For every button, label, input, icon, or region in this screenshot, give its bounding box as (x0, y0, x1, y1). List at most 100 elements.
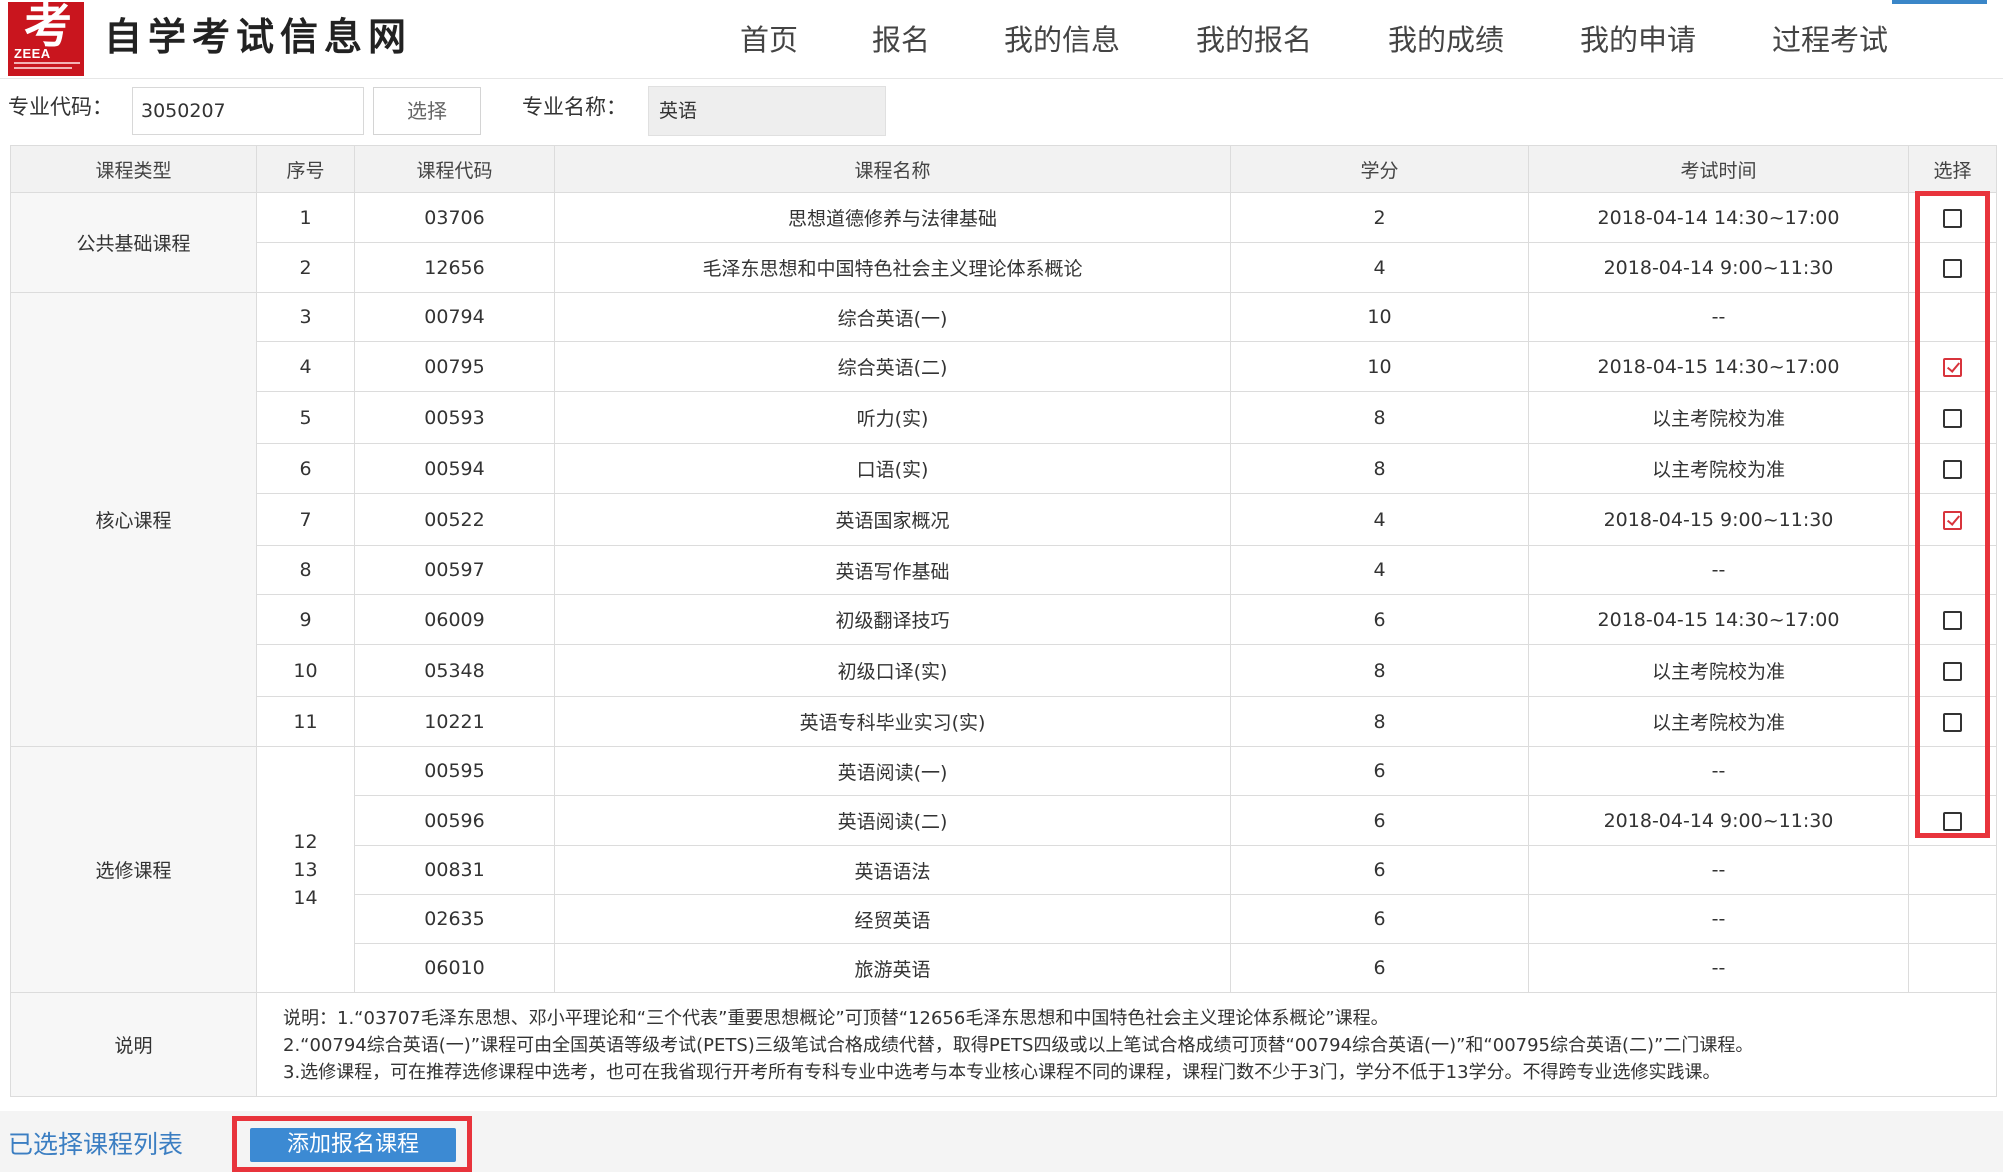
nav-my-scores[interactable]: 我的成绩 (1388, 18, 1504, 62)
course-code-cell: 03706 (354, 192, 555, 243)
seq-cell: 9 (256, 594, 355, 645)
select-cell (1908, 746, 1997, 796)
checkbox-checked[interactable] (1943, 357, 1962, 377)
course-code-cell: 00594 (354, 443, 555, 494)
exam-time-cell: 以主考院校为准 (1528, 644, 1909, 697)
course-table: 课程类型 序号 课程代码 课程名称 学分 考试时间 选择 公共基础课程 1 0370… (10, 145, 1997, 1097)
nav-my-registration[interactable]: 我的报名 (1196, 18, 1312, 62)
credit-cell: 10 (1230, 292, 1529, 342)
exam-time-cell: -- (1528, 943, 1909, 993)
checkbox[interactable] (1943, 712, 1962, 732)
logo-subtext-line (14, 67, 72, 69)
select-cell (1908, 242, 1997, 293)
table-row: 核心课程 3 00794 综合英语(一) 10 -- (10, 292, 1997, 747)
col-header-seq: 序号 (256, 145, 355, 193)
notes-row: 说明 说明：1.“03707毛泽东思想、邓小平理论和“三个代表”重要思想概论”可顶… (10, 992, 1997, 1097)
notes-cell: 说明：1.“03707毛泽东思想、邓小平理论和“三个代表”重要思想概论”可顶替“… (256, 992, 1997, 1097)
nav-process-exam[interactable]: 过程考试 (1772, 18, 1888, 62)
course-type-cell: 公共基础课程 (10, 192, 257, 293)
checkbox[interactable] (1943, 258, 1962, 278)
select-cell (1908, 192, 1997, 243)
exam-time-cell: 以主考院校为准 (1528, 443, 1909, 494)
course-code-cell: 06010 (354, 943, 555, 993)
exam-time-cell: -- (1528, 545, 1909, 595)
select-cell (1908, 795, 1997, 846)
select-cell (1908, 493, 1997, 546)
seq-cell: 3 (256, 292, 355, 342)
course-code-cell: 00597 (354, 545, 555, 595)
note-line: 3.选修课程，可在推荐选修课程中选考，也可在我省现行开考所有专科专业中选考与本专… (283, 1062, 1721, 1083)
checkbox[interactable] (1943, 459, 1962, 479)
checkbox[interactable] (1943, 811, 1962, 831)
table-row: 4 00795 综合英语(二) 10 2018-04-15 14:30~17:00 (11, 341, 1997, 392)
seq-number: 13 (293, 858, 318, 881)
checkbox[interactable] (1943, 208, 1962, 228)
course-name-cell: 思想道德修养与法律基础 (554, 192, 1231, 243)
nav-home[interactable]: 首页 (740, 18, 798, 62)
course-name-cell: 综合英语(二) (554, 341, 1231, 392)
select-cell (1908, 391, 1997, 444)
table-row: 选修课程 12 13 14 00595 英语阅读(一) 6 -- (10, 746, 1997, 993)
course-code-cell: 00522 (354, 493, 555, 546)
credit-cell: 8 (1230, 644, 1529, 697)
course-name-cell: 英语语法 (554, 845, 1231, 895)
credit-cell: 8 (1230, 443, 1529, 494)
top-accent-bar (1892, 0, 1987, 4)
course-name-cell: 经贸英语 (554, 894, 1231, 944)
course-name-cell: 综合英语(一) (554, 292, 1231, 342)
course-name-cell: 旅游英语 (554, 943, 1231, 993)
course-code-cell: 10221 (354, 696, 555, 747)
table-row: 5 00593 听力(实) 8 以主考院校为准 (11, 391, 1997, 444)
nav-register[interactable]: 报名 (872, 18, 930, 62)
exam-time-cell: -- (1528, 894, 1909, 944)
seq-number: 12 (293, 830, 318, 853)
major-name-label: 专业名称： (522, 95, 627, 119)
col-header-select: 选择 (1908, 145, 1997, 193)
course-name-cell: 英语阅读(二) (554, 795, 1231, 846)
seq-cell: 4 (256, 341, 355, 392)
checkbox-checked[interactable] (1943, 510, 1962, 530)
course-code-cell: 00595 (354, 746, 555, 796)
nav-my-applications[interactable]: 我的申请 (1580, 18, 1696, 62)
nav-my-info[interactable]: 我的信息 (1004, 18, 1120, 62)
note-line: 2.“00794综合英语(一)”课程可由全国英语等级考试(PETS)三级笔试合格… (283, 1035, 1754, 1056)
selected-courses-link[interactable]: 已选择课程列表 (8, 1128, 183, 1162)
select-cell (1908, 594, 1997, 645)
exam-time-cell: 以主考院校为准 (1528, 696, 1909, 747)
add-course-button[interactable]: 添加报名课程 (250, 1128, 456, 1162)
checkbox[interactable] (1943, 661, 1962, 681)
exam-time-cell: 2018-04-15 14:30~17:00 (1528, 341, 1909, 392)
major-code-label: 专业代码： (8, 95, 113, 119)
credit-cell: 6 (1230, 894, 1529, 944)
course-type-cell: 选修课程 (10, 746, 257, 993)
select-cell (1908, 545, 1997, 595)
credit-cell: 8 (1230, 696, 1529, 747)
course-name-cell: 英语专科毕业实习(实) (554, 696, 1231, 747)
credit-cell: 6 (1230, 594, 1529, 645)
major-code-input[interactable]: 3050207 (132, 87, 364, 135)
table-row: 公共基础课程 1 03706 思想道德修养与法律基础 2 2018-04-14 14:30… (10, 192, 1997, 293)
exam-time-cell: 以主考院校为准 (1528, 391, 1909, 444)
exam-time-cell: 2018-04-15 14:30~17:00 (1528, 594, 1909, 645)
exam-time-cell: -- (1528, 292, 1909, 342)
site-logo[interactable]: 考 ZEEA (8, 0, 84, 76)
course-code-cell: 02635 (354, 894, 555, 944)
select-major-button[interactable]: 选择 (373, 87, 481, 135)
checkbox[interactable] (1943, 610, 1962, 630)
table-row: 7 00522 英语国家概况 4 2018-04-15 9:00~11:30 (11, 493, 1997, 546)
site-title: 自学考试信息网 (104, 14, 413, 59)
select-cell (1908, 292, 1997, 342)
exam-time-cell: 2018-04-14 9:00~11:30 (1528, 242, 1909, 293)
table-row: 2 12656 毛泽东思想和中国特色社会主义理论体系概论 4 2018-04-14 9:… (11, 242, 1997, 293)
course-code-cell: 12656 (354, 242, 555, 293)
course-name-cell: 英语国家概况 (554, 493, 1231, 546)
checkbox[interactable] (1943, 408, 1962, 428)
credit-cell: 6 (1230, 845, 1529, 895)
seq-cell: 6 (256, 443, 355, 494)
site-header: 考 ZEEA 自学考试信息网 首页 报名 我的信息 我的报名 我的成绩 我的申请… (0, 0, 2003, 79)
course-code-cell: 00593 (354, 391, 555, 444)
credit-cell: 10 (1230, 341, 1529, 392)
table-row: 6 00594 口语(实) 8 以主考院校为准 (11, 443, 1997, 494)
col-header-credit: 学分 (1230, 145, 1529, 193)
credit-cell: 4 (1230, 242, 1529, 293)
